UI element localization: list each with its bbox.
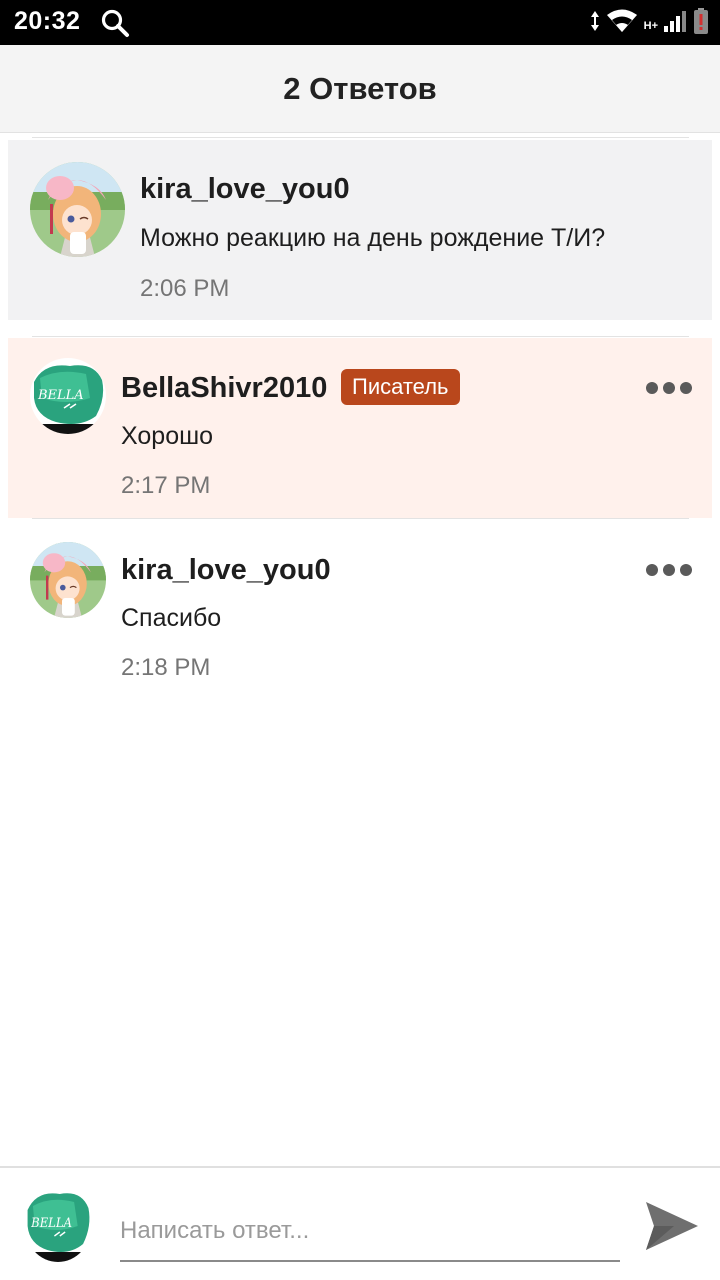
- comment-text: Можно реакцию на день рождение Т/И?: [140, 224, 606, 252]
- more-options-icon[interactable]: [646, 380, 692, 396]
- comment-item-original[interactable]: kira_love_you0 Можно реакцию на день рож…: [8, 140, 712, 320]
- avatar[interactable]: [30, 162, 125, 257]
- divider: [32, 137, 689, 138]
- comment-timestamp: 2:18 PM: [121, 654, 211, 681]
- status-bar: 20:32 H+: [0, 0, 720, 45]
- comment-username[interactable]: kira_love_you0: [140, 173, 350, 206]
- reply-input[interactable]: [120, 1202, 620, 1262]
- avatar[interactable]: [30, 542, 106, 618]
- comment-timestamp: 2:17 PM: [121, 472, 211, 499]
- reply-composer: BELLA: [0, 1166, 720, 1280]
- more-options-icon[interactable]: [646, 562, 692, 578]
- comment-username[interactable]: kira_love_you0: [121, 554, 331, 587]
- comment-username[interactable]: BellaShivr2010: [121, 372, 327, 405]
- role-badge: Писатель: [341, 369, 460, 405]
- divider: [32, 336, 689, 337]
- page-title: 2 Ответов: [283, 70, 437, 106]
- network-type-label: H+: [643, 20, 658, 32]
- comment-text: Хорошо: [121, 422, 214, 450]
- svg-text:BELLA: BELLA: [30, 1215, 72, 1230]
- status-icons: H+: [590, 7, 708, 39]
- comment-item-reply[interactable]: kira_love_you0 Спасибо 2:18 PM: [8, 520, 712, 700]
- divider: [32, 518, 689, 519]
- battery-alert-icon: [694, 7, 708, 39]
- comment-item-reply[interactable]: BELLA BellaShivr2010 Писатель Хорошо 2:1…: [8, 338, 712, 518]
- wifi-icon: [606, 9, 638, 38]
- search-icon: [100, 8, 130, 38]
- header-bar: 2 Ответов: [0, 45, 720, 133]
- avatar[interactable]: BELLA: [30, 358, 106, 434]
- svg-text:BELLA: BELLA: [37, 388, 84, 403]
- comment-timestamp: 2:06 PM: [140, 275, 230, 302]
- comment-text: Спасибо: [121, 604, 222, 632]
- status-time: 20:32: [14, 7, 81, 35]
- avatar: BELLA: [24, 1186, 92, 1262]
- signal-icon: [664, 10, 688, 37]
- send-icon[interactable]: [644, 1198, 700, 1254]
- data-arrows-icon: [590, 10, 600, 37]
